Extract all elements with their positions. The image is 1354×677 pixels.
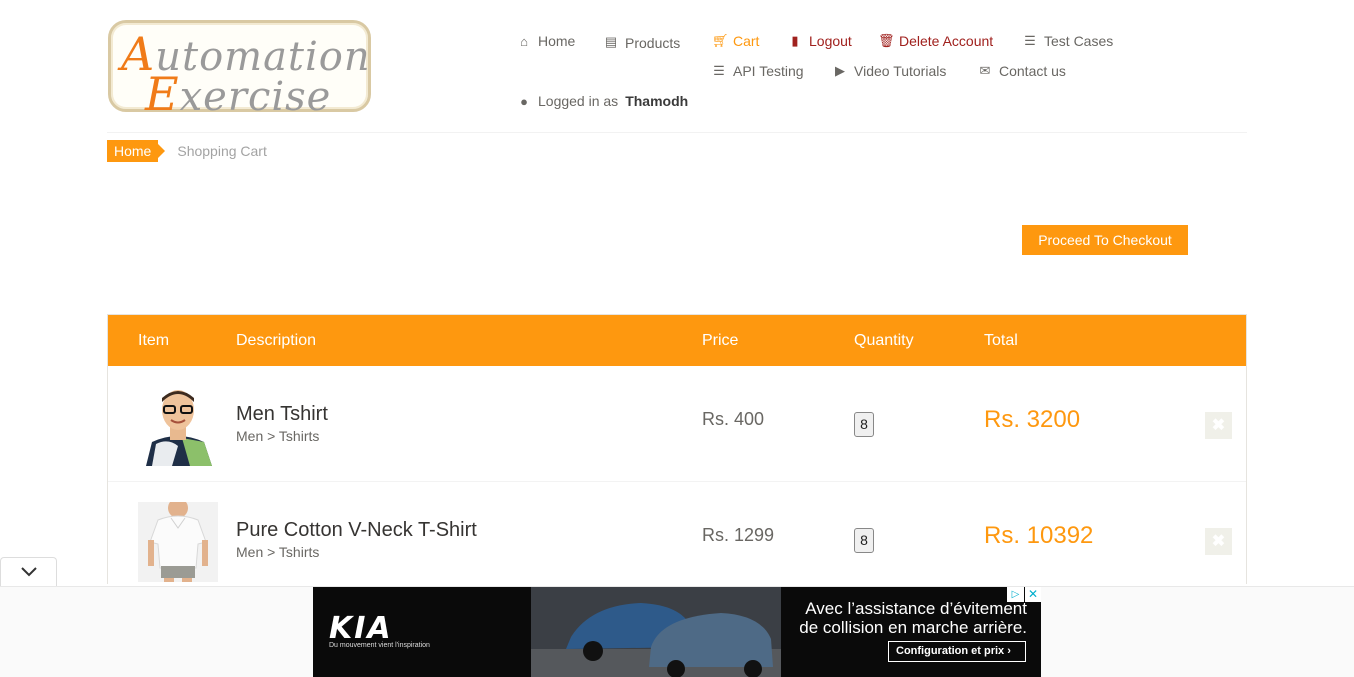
product-price: Rs. 1299 [702, 525, 775, 545]
product-name[interactable]: Men Tshirt [236, 403, 328, 426]
nav-cart[interactable]: 🛒︎ Cart [712, 33, 759, 49]
product-category: Men > Tshirts [236, 428, 320, 444]
nav-products[interactable]: ▤ Products [604, 32, 680, 52]
close-icon[interactable]: ✕ [1025, 587, 1041, 602]
site-logo[interactable]: Automation Exercise [108, 20, 371, 121]
advertisement-banner[interactable]: KIA Du mouvement vient l'inspiration Ave… [313, 587, 1041, 677]
breadcrumb-current: Shopping Cart [177, 143, 267, 159]
nav-delete-account[interactable]: 🗑︎ Delete Account [878, 33, 993, 49]
logo-line-2: Exercise [145, 67, 332, 121]
logged-in-status: ● Logged in as Thamodh [517, 93, 688, 109]
header-divider [107, 132, 1247, 133]
trash-icon: 🗑︎ [878, 33, 895, 48]
cart-table: Item Description Price Quantity Total Me… [107, 314, 1247, 584]
cart-page: Automation Exercise ⌂ Home ▤ Products 🛒︎ Ca… [0, 0, 1354, 677]
close-icon: ✖ [1211, 533, 1226, 550]
header-total: Total [984, 332, 1018, 349]
nav-test-cases[interactable]: ☰ Test Cases [1023, 33, 1113, 49]
list-icon: ☰ [713, 63, 725, 78]
quantity-badge: 8 [854, 412, 874, 437]
nav-logout[interactable]: ▮ Logout [788, 33, 851, 49]
envelope-icon: ✉ [979, 63, 991, 78]
header-item: Item [138, 332, 170, 349]
header-quantity: Quantity [854, 332, 914, 349]
youtube-icon: ▶ [835, 63, 845, 78]
product-image[interactable] [138, 386, 218, 466]
remove-item-button[interactable]: ✖ [1205, 412, 1232, 439]
nav-api-testing[interactable]: ☰ API Testing [712, 63, 803, 79]
header-description: Description [236, 332, 317, 349]
table-row: Pure Cotton V-Neck T-Shirt Men > Tshirts… [108, 482, 1246, 584]
product-total: Rs. 3200 [984, 406, 1081, 433]
quantity-badge: 8 [854, 528, 874, 553]
home-icon: ⌂ [520, 33, 528, 49]
breadcrumb: Home Shopping Cart [107, 140, 267, 162]
ad-cta-button[interactable]: Configuration et prix › [888, 641, 1026, 662]
product-category: Men > Tshirts [236, 544, 320, 560]
product-image[interactable] [138, 502, 218, 582]
proceed-to-checkout-button[interactable]: Proceed To Checkout [1022, 225, 1188, 255]
product-name[interactable]: Pure Cotton V-Neck T-Shirt [236, 519, 477, 542]
nav-home[interactable]: ⌂ Home [517, 33, 575, 49]
header-price: Price [702, 332, 739, 349]
remove-item-button[interactable]: ✖ [1205, 528, 1232, 555]
ad-brand: KIA [329, 611, 393, 646]
list-icon: ☰ [1024, 33, 1036, 48]
nav-video-tutorials[interactable]: ▶ Video Tutorials [833, 63, 946, 79]
ad-car-image [531, 587, 781, 677]
breadcrumb-home[interactable]: Home [107, 140, 166, 162]
close-icon: ✖ [1211, 417, 1226, 434]
adchoices-icon[interactable]: ▷ [1007, 587, 1024, 602]
nav-contact-us[interactable]: ✉ Contact us [978, 63, 1066, 79]
user-icon: ● [520, 93, 528, 109]
chevron-down-icon [20, 567, 37, 577]
collapse-ad-toggle[interactable] [0, 557, 57, 586]
ad-headline: Avec l’assistance d’évitement de collisi… [799, 599, 1027, 637]
cart-icon: 🛒︎ [712, 33, 729, 48]
cart-table-header: Item Description Price Quantity Total [108, 315, 1246, 366]
ad-tagline: Du mouvement vient l'inspiration [329, 642, 430, 649]
product-total: Rs. 10392 [984, 522, 1094, 549]
lock-icon: ▮ [791, 33, 799, 48]
username: Thamodh [625, 93, 689, 109]
table-row: Men Tshirt Men > Tshirts Rs. 400 8 Rs. 3… [108, 366, 1246, 482]
products-icon: ▤ [604, 33, 618, 49]
product-price: Rs. 400 [702, 409, 765, 429]
